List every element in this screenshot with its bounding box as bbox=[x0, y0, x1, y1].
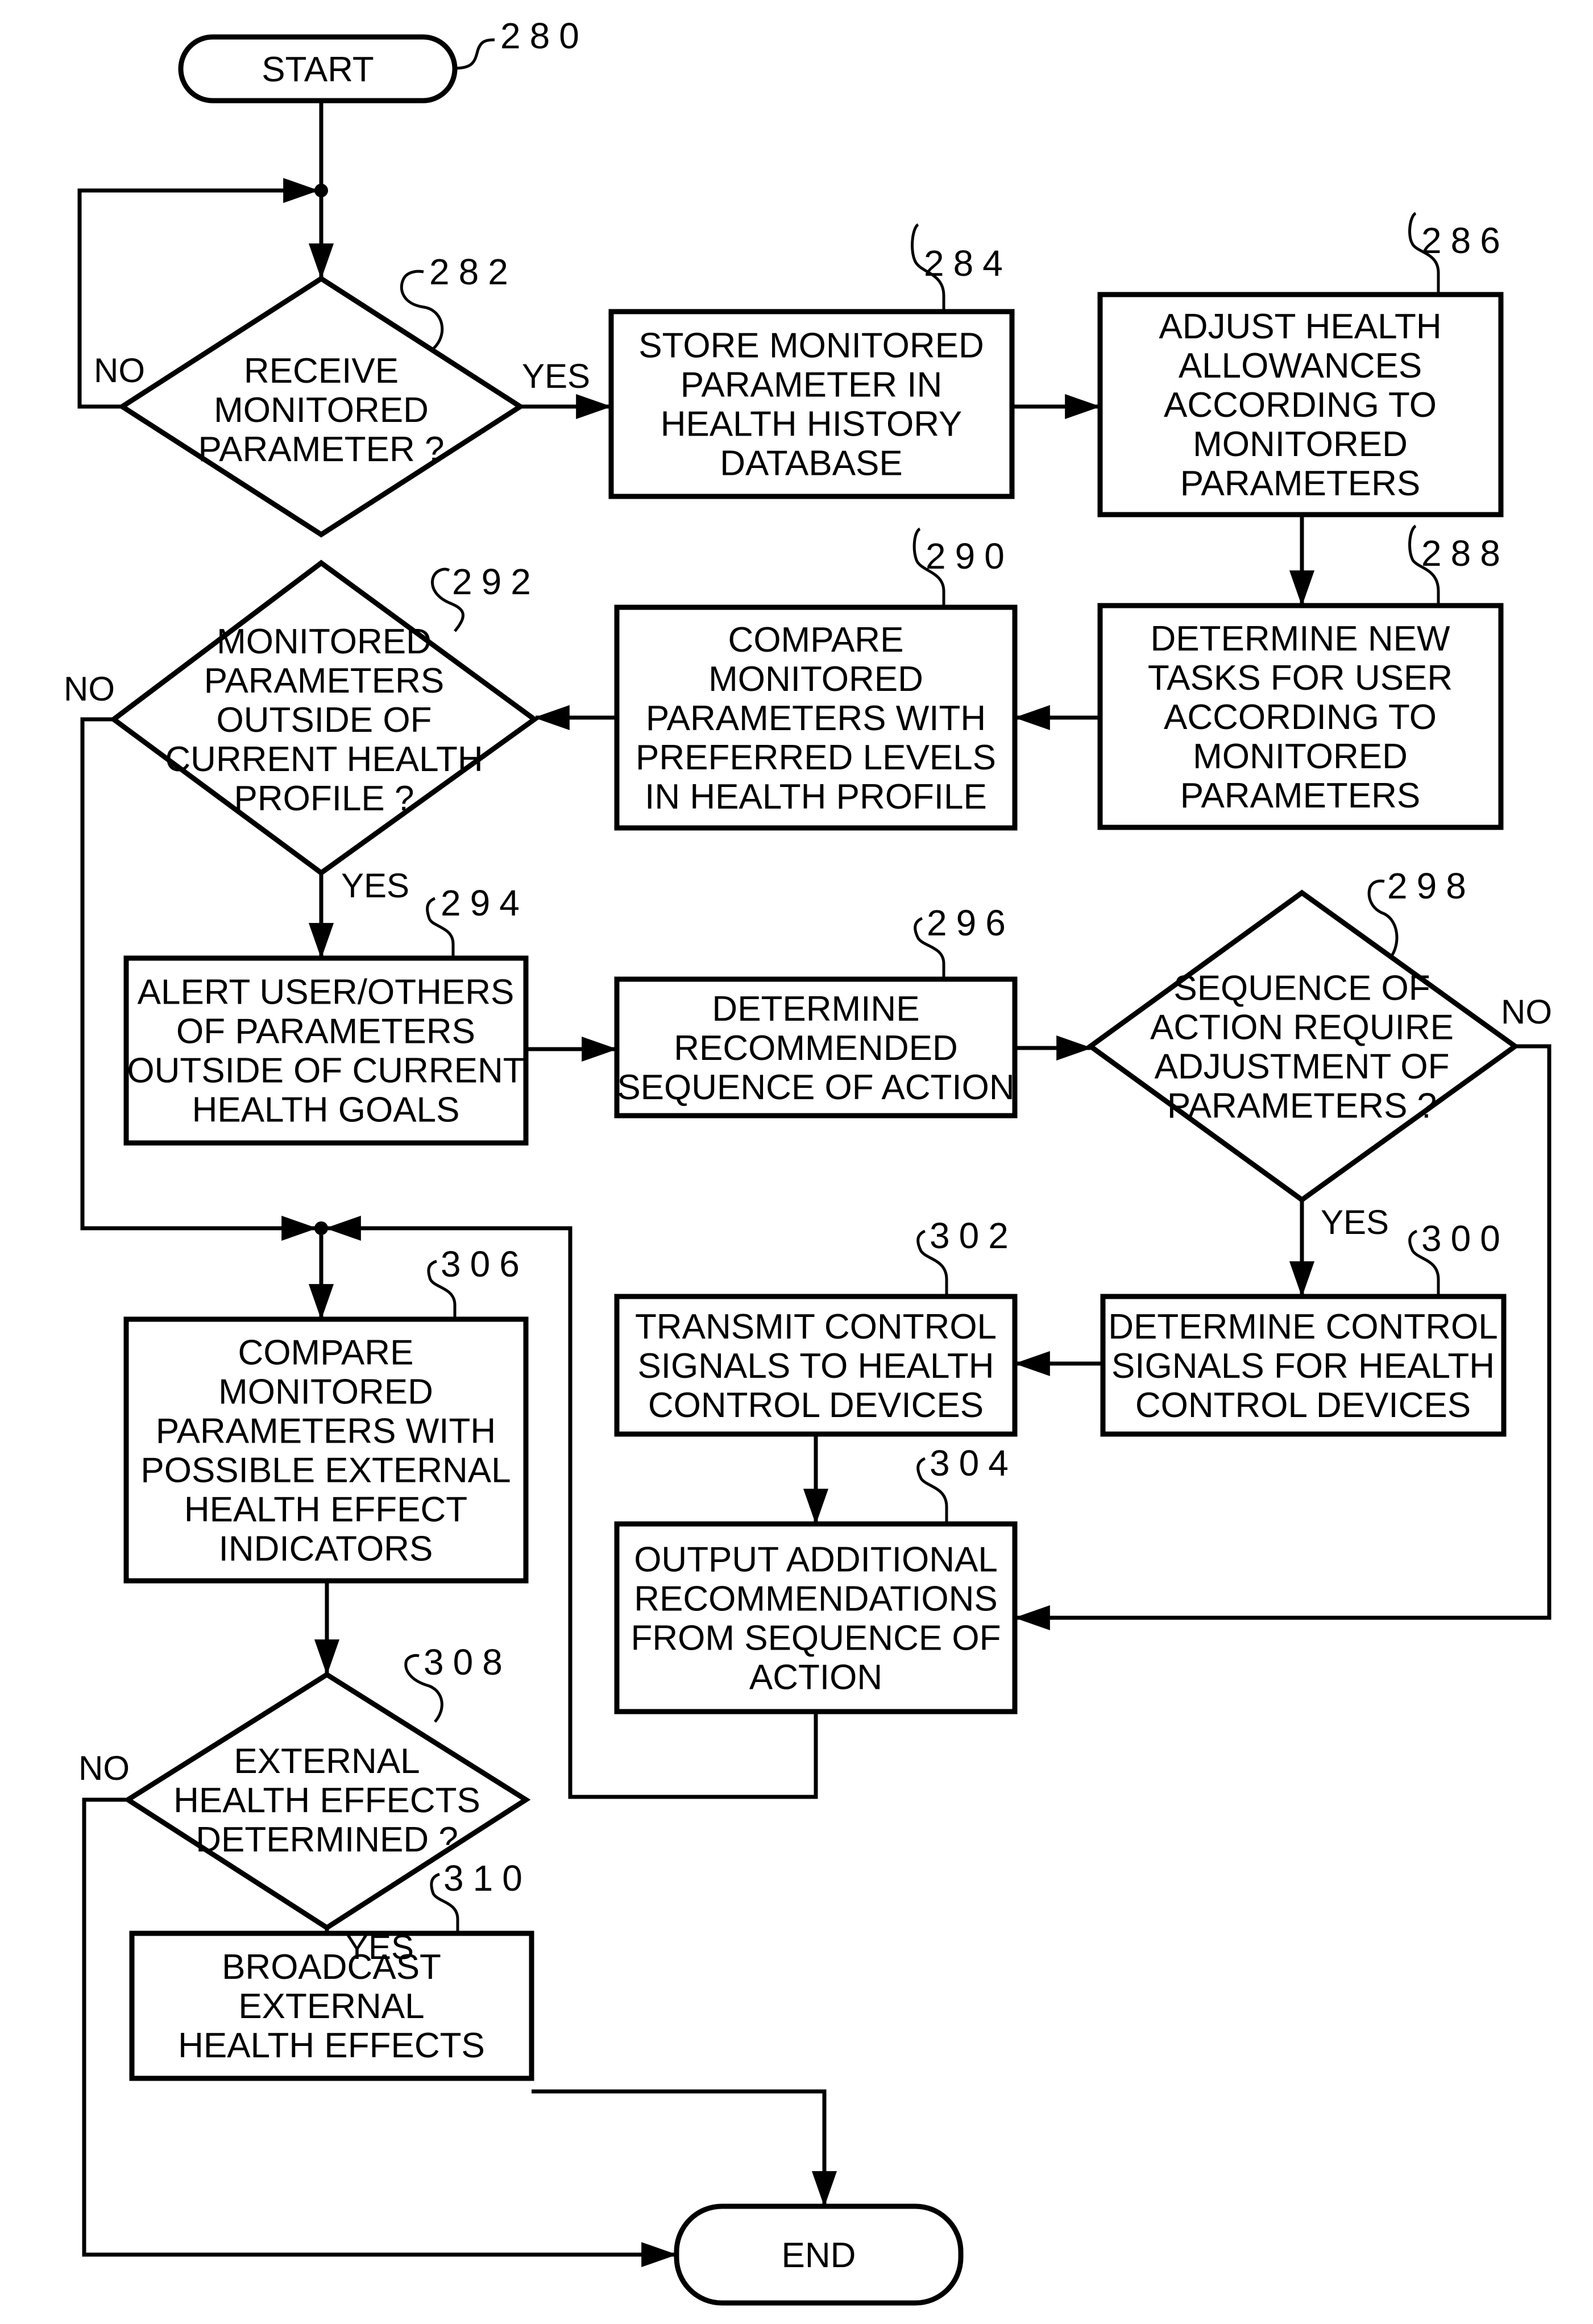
node-290-text-line: MONITORED bbox=[708, 660, 923, 699]
ref-286: 286 bbox=[1421, 220, 1509, 261]
edge-310-to-end bbox=[532, 2089, 837, 2207]
ref-290: 290 bbox=[926, 536, 1014, 577]
label-292-no: NO bbox=[64, 670, 115, 708]
node-296-text-line: DETERMINE bbox=[712, 989, 919, 1029]
node-290-text-line: IN HEALTH PROFILE bbox=[645, 777, 987, 817]
node-306-text-line: HEALTH EFFECT bbox=[184, 1490, 467, 1530]
ref-306: 306 bbox=[441, 1244, 529, 1285]
ref-310: 310 bbox=[443, 1858, 532, 1899]
node-280-text-line: START bbox=[262, 50, 374, 89]
node-304-text-line: FROM SEQUENCE OF bbox=[630, 1619, 1001, 1658]
ref-280: 280 bbox=[500, 15, 588, 56]
ref-292: 292 bbox=[452, 561, 540, 602]
ref-304: 304 bbox=[930, 1443, 1018, 1484]
node-294-text-line: OF PARAMETERS bbox=[176, 1012, 475, 1051]
ref-294: 294 bbox=[441, 883, 529, 923]
node-304-text-line: RECOMMENDATIONS bbox=[634, 1580, 998, 1619]
node-294-text-line: OUTSIDE OF CURRENT bbox=[127, 1051, 524, 1091]
node-292-text-line: CURRENT HEALTH bbox=[165, 740, 483, 779]
node-288-text-line: PARAMETERS bbox=[1180, 776, 1421, 815]
node-290-text-line: PARAMETERS WITH bbox=[646, 699, 986, 738]
node-298-text-line: ADJUSTMENT OF bbox=[1155, 1047, 1450, 1087]
label-292-yes: YES bbox=[341, 867, 409, 905]
node-288-text-line: TASKS FOR USER bbox=[1148, 658, 1453, 698]
node-end-text-line: END bbox=[782, 2236, 856, 2275]
node-304-text-line: OUTPUT ADDITIONAL bbox=[634, 1540, 998, 1580]
node-296-text-line: SEQUENCE OF ACTION bbox=[617, 1068, 1014, 1107]
node-284-text-line: PARAMETER IN bbox=[681, 366, 942, 405]
node-302-text-line: SIGNALS TO HEALTH bbox=[637, 1347, 994, 1386]
label-298-yes: YES bbox=[1321, 1203, 1389, 1241]
node-304-text-line: ACTION bbox=[749, 1658, 882, 1697]
node-302-text-line: CONTROL DEVICES bbox=[648, 1386, 984, 1425]
ref-296: 296 bbox=[927, 902, 1015, 943]
merge-point-top bbox=[314, 184, 328, 197]
node-282-text-line: RECEIVE bbox=[244, 351, 399, 391]
node-310-text-line: EXTERNAL bbox=[238, 1987, 424, 2026]
node-288-text-line: ACCORDING TO bbox=[1164, 698, 1437, 737]
node-292-text-line: MONITORED bbox=[217, 622, 432, 661]
node-300-text-line: CONTROL DEVICES bbox=[1135, 1386, 1471, 1425]
node-290-text-line: COMPARE bbox=[728, 620, 904, 660]
node-298-text-line: ACTION REQUIRE bbox=[1150, 1008, 1454, 1047]
ref-288: 288 bbox=[1421, 533, 1509, 574]
node-310-text-line: HEALTH EFFECTS bbox=[178, 2026, 485, 2065]
node-308-text-line: DETERMINED ? bbox=[196, 1820, 458, 1859]
label-308-no: NO bbox=[78, 1749, 130, 1787]
flowchart: 280 282 284 286 288 290 292 294 296 298 … bbox=[64, 15, 1552, 2306]
node-284-text-line: DATABASE bbox=[720, 444, 903, 483]
node-282-text-line: PARAMETER ? bbox=[198, 430, 445, 469]
node-286-text-line: ACCORDING TO bbox=[1164, 386, 1437, 425]
ref-282: 282 bbox=[429, 251, 517, 292]
node-296-text-line: RECOMMENDED bbox=[674, 1029, 957, 1068]
node-306-text-line: INDICATORS bbox=[219, 1530, 433, 1569]
node-300-text-line: SIGNALS FOR HEALTH bbox=[1111, 1347, 1495, 1386]
node-306-text-line: COMPARE bbox=[238, 1333, 414, 1373]
node-298-text-line: SEQUENCE OF bbox=[1173, 969, 1430, 1008]
node-308-text-line: EXTERNAL bbox=[234, 1742, 420, 1781]
node-284-text-line: HEALTH HISTORY bbox=[661, 405, 963, 444]
label-298-no: NO bbox=[1501, 993, 1552, 1031]
node-286-text-line: ADJUST HEALTH bbox=[1159, 307, 1441, 346]
node-306-text-line: PARAMETERS WITH bbox=[156, 1412, 496, 1451]
node-306-text-line: POSSIBLE EXTERNAL bbox=[140, 1451, 511, 1490]
ref-298: 298 bbox=[1387, 865, 1475, 906]
node-292-text-line: PROFILE ? bbox=[234, 779, 414, 818]
node-290-text-line: PREFERRED LEVELS bbox=[636, 738, 996, 777]
node-286-text-line: ALLOWANCES bbox=[1179, 346, 1422, 386]
node-286-text-line: PARAMETERS bbox=[1180, 464, 1421, 503]
ref-308: 308 bbox=[424, 1642, 512, 1683]
node-288-text-line: DETERMINE NEW bbox=[1151, 619, 1450, 658]
node-286-text-line: MONITORED bbox=[1193, 425, 1408, 464]
node-282-text-line: MONITORED bbox=[214, 391, 429, 430]
node-300-text-line: DETERMINE CONTROL bbox=[1108, 1307, 1497, 1347]
node-310-text-line: BROADCAST bbox=[222, 1948, 441, 1987]
ref-300: 300 bbox=[1421, 1218, 1509, 1259]
node-298-text-line: PARAMETERS ? bbox=[1167, 1087, 1437, 1126]
node-292-text-line: PARAMETERS bbox=[204, 661, 445, 701]
leader-280 bbox=[454, 38, 495, 70]
label-282-no: NO bbox=[94, 351, 145, 390]
node-294-text-line: HEALTH GOALS bbox=[192, 1091, 460, 1130]
node-284-text-line: STORE MONITORED bbox=[638, 326, 984, 366]
ref-302: 302 bbox=[930, 1215, 1018, 1256]
node-302-text-line: TRANSMIT CONTROL bbox=[635, 1307, 997, 1347]
node-306-text-line: MONITORED bbox=[218, 1373, 433, 1412]
node-308-text-line: HEALTH EFFECTS bbox=[173, 1781, 480, 1820]
node-292-text-line: OUTSIDE OF bbox=[217, 701, 432, 740]
node-288-text-line: MONITORED bbox=[1193, 737, 1408, 776]
label-282-yes: YES bbox=[522, 357, 590, 395]
node-294-text-line: ALERT USER/OTHERS bbox=[138, 973, 515, 1012]
ref-284: 284 bbox=[924, 243, 1012, 284]
